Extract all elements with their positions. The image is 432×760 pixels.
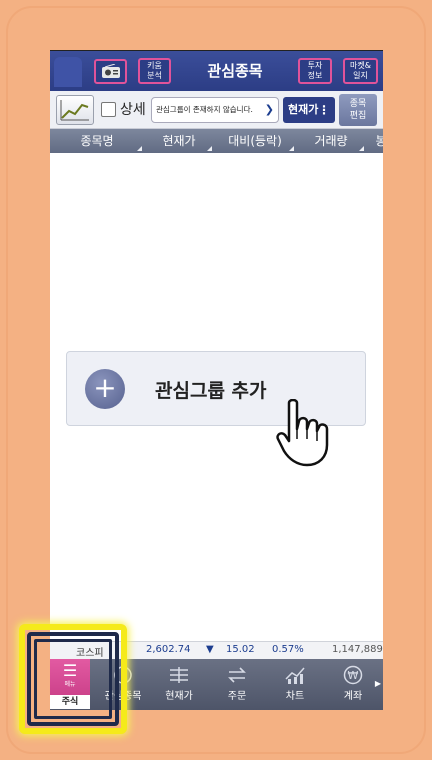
bar-chart-icon [285, 667, 305, 684]
nav-item-label: 현재가 [165, 691, 193, 702]
group-select[interactable]: 관심그룹이 존재하지 않습니다. ❯ [151, 97, 279, 123]
app-header: 키움 분석 관심종목 투자 정보 마켓& 일지 [50, 51, 383, 91]
column-change[interactable]: 대비(등락) [214, 129, 296, 153]
detail-checkbox[interactable] [101, 102, 116, 117]
ticker-change: 15.02 [226, 644, 255, 655]
swap-arrows-icon [228, 667, 246, 683]
nav-item-price[interactable]: 현재가 [150, 659, 208, 710]
page-title: 관심종목 [207, 62, 263, 80]
price-view-button[interactable]: 현재가 ⋮ [283, 97, 335, 123]
header-tab[interactable] [54, 57, 82, 87]
toolbar: 상세 관심그룹이 존재하지 않습니다. ❯ 현재가 ⋮ 종목 편집 [50, 91, 383, 129]
pointing-hand-icon [276, 399, 329, 467]
column-price[interactable]: 현재가 [144, 129, 214, 153]
ticker-volume: 1,147,889 [332, 644, 383, 655]
group-select-value: 관심그룹이 존재하지 않습니다. [156, 105, 253, 114]
column-name[interactable]: 종목명 [50, 129, 144, 153]
chevron-down-icon: ❯ [264, 103, 274, 116]
line-chart-icon [60, 100, 89, 121]
kiwoom-analysis-button[interactable]: 키움 분석 [138, 58, 171, 84]
invest-info-button[interactable]: 투자 정보 [298, 58, 332, 84]
add-group-label: 관심그룹 추가 [155, 380, 267, 402]
column-candle[interactable]: 봉 [366, 129, 383, 153]
highlight-border-inner [34, 639, 112, 719]
svg-text:₩: ₩ [348, 669, 359, 682]
app-screen: 키움 분석 관심종목 투자 정보 마켓& 일지 상세 관심그룹이 존재하지 않습… [50, 50, 383, 710]
won-coin-icon: ₩ [343, 665, 363, 685]
ticker-rate: 0.57% [272, 644, 304, 655]
chevron-right-icon[interactable]: ▶ [375, 679, 381, 688]
radio-button[interactable] [94, 59, 127, 84]
down-arrow-icon: ▼ [206, 644, 214, 655]
column-header: 종목명 현재가 대비(등락) 거래량 봉 [50, 129, 383, 153]
plus-icon: + [85, 369, 125, 409]
nav-item-label: 계좌 [343, 691, 363, 702]
ticker-value: 2,602.74 [146, 644, 191, 655]
nav-item-chart[interactable]: 차트 [266, 659, 324, 710]
market-journal-button[interactable]: 마켓& 일지 [343, 58, 378, 84]
price-icon [170, 667, 188, 683]
column-volume[interactable]: 거래량 [296, 129, 366, 153]
more-vertical-icon: ⋮ [318, 103, 330, 117]
radio-icon [101, 64, 120, 78]
nav-item-order[interactable]: 주문 [208, 659, 266, 710]
detail-label: 상세 [120, 102, 146, 118]
nav-item-account[interactable]: ₩ 계좌 [324, 659, 382, 710]
nav-item-label: 차트 [285, 691, 305, 702]
price-view-label: 현재가 [288, 103, 319, 116]
edit-stocks-button[interactable]: 종목 편집 [339, 94, 377, 126]
mini-chart-button[interactable] [56, 95, 94, 125]
nav-item-label: 주문 [227, 691, 247, 702]
